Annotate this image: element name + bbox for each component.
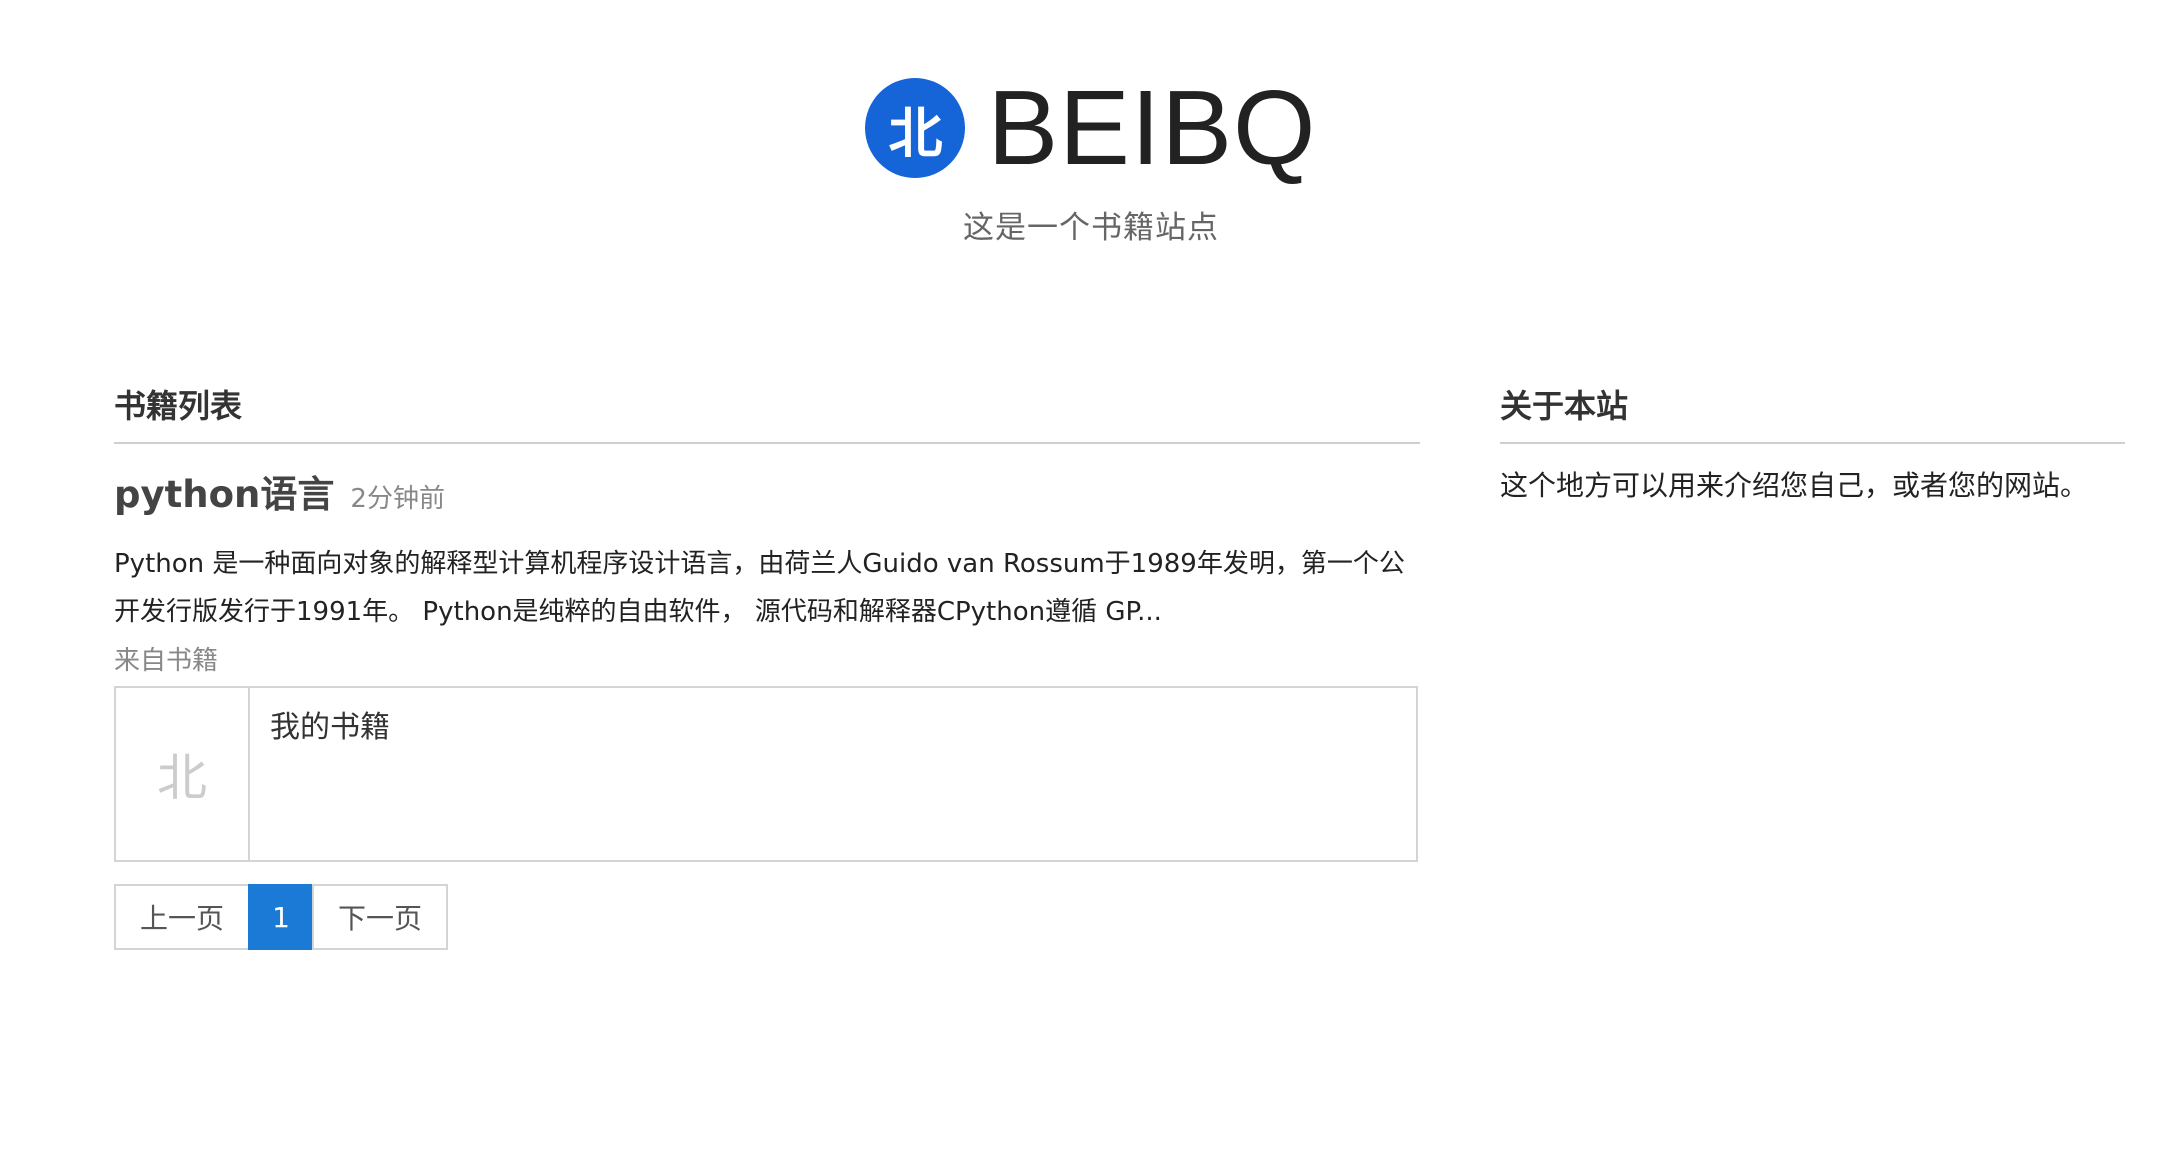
- pagination: 上一页 1 下一页: [114, 884, 1420, 950]
- about-text: 这个地方可以用来介绍您自己，或者您的网站。: [1500, 469, 2089, 502]
- book-list-heading: 书籍列表: [114, 380, 1420, 444]
- about-heading: 关于本站: [1500, 380, 2125, 444]
- from-book-label: 来自书籍: [114, 646, 219, 676]
- site-header: 北 BEIBQ 这是一个书籍站点: [0, 69, 2182, 247]
- post-item: python语言 2分钟前 Python 是一种面向对象的解释型计算机程序设计语…: [114, 444, 1420, 862]
- post-title-link[interactable]: python语言: [114, 464, 334, 518]
- book-cover-icon: 北: [116, 688, 250, 860]
- current-page-button[interactable]: 1: [248, 884, 314, 950]
- logo-icon: 北: [865, 78, 966, 178]
- book-card[interactable]: 北 我的书籍: [114, 686, 1418, 862]
- brand-link[interactable]: 北 BEIBQ: [865, 69, 1317, 187]
- post-title-row: python语言 2分钟前: [114, 464, 1420, 524]
- book-title: 我的书籍: [270, 710, 390, 745]
- book-list-section: 书籍列表 python语言 2分钟前 Python 是一种面向对象的解释型计算机…: [114, 380, 1420, 950]
- post-excerpt: Python 是一种面向对象的解释型计算机程序设计语言，由荷兰人Guido va…: [114, 549, 1405, 627]
- post-timestamp: 2分钟前: [350, 484, 445, 514]
- brand-name: BEIBQ: [987, 69, 1317, 187]
- about-sidebar: 关于本站 这个地方可以用来介绍您自己，或者您的网站。: [1500, 380, 2125, 506]
- site-tagline: 这是一个书籍站点: [963, 210, 1219, 246]
- prev-page-button[interactable]: 上一页: [114, 884, 250, 950]
- next-page-button[interactable]: 下一页: [312, 884, 448, 950]
